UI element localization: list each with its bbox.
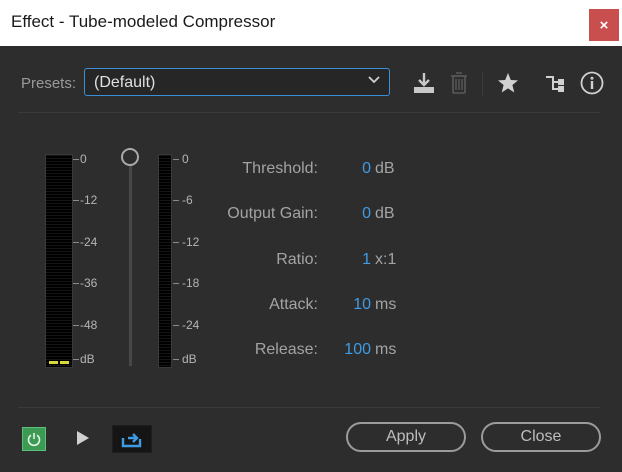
divider-bottom <box>18 407 600 408</box>
scale-tick <box>73 283 79 284</box>
output-scale-label: -24 <box>182 318 200 332</box>
power-icon <box>27 433 41 447</box>
ratio-label: Ratio: <box>276 251 318 268</box>
scale-tick <box>173 242 179 243</box>
scale-tick <box>173 159 179 160</box>
scale-tick <box>73 159 79 160</box>
output-scale-label: -18 <box>182 276 200 290</box>
attack-label: Attack: <box>269 296 318 313</box>
scale-tick <box>73 242 79 243</box>
ratio-value[interactable]: 1 <box>362 251 371 269</box>
input-level-meter <box>45 154 73 368</box>
power-toggle-button[interactable] <box>22 427 46 451</box>
output-scale-label: -6 <box>182 193 193 207</box>
scale-tick <box>173 325 179 326</box>
input-scale-label: -24 <box>80 235 98 249</box>
loop-playback-button[interactable] <box>112 425 152 453</box>
meter-segment-right <box>60 361 69 364</box>
output-gain-label: Output Gain: <box>227 205 318 222</box>
release-value[interactable]: 100 <box>344 341 371 359</box>
effect-dialog: Presets: (Default) 0 -12 -24 -36 -48 dB … <box>0 46 622 472</box>
favorite-star-icon[interactable] <box>495 70 521 96</box>
window-title: Effect - Tube-modeled Compressor <box>11 12 276 31</box>
close-window-button[interactable]: × <box>589 9 619 41</box>
delete-preset-icon <box>451 72 467 94</box>
save-preset-icon[interactable] <box>411 70 437 96</box>
release-unit: ms <box>375 341 397 358</box>
divider-top <box>18 112 600 113</box>
info-icon[interactable] <box>579 70 605 96</box>
output-scale-label: -12 <box>182 235 200 249</box>
preset-dropdown[interactable]: (Default) <box>84 68 390 96</box>
ratio-unit: x:1 <box>375 251 397 268</box>
title-bar: Effect - Tube-modeled Compressor × <box>0 0 622 46</box>
scale-tick <box>173 283 179 284</box>
input-scale-label: -36 <box>80 276 98 290</box>
attack-unit: ms <box>375 296 397 313</box>
input-scale-label: dB <box>80 352 95 366</box>
close-button[interactable]: Close <box>481 422 601 452</box>
output-gain-value[interactable]: 0 <box>362 205 371 223</box>
play-icon[interactable] <box>75 430 91 446</box>
presets-label: Presets: <box>21 75 77 92</box>
output-scale-label: 0 <box>182 152 189 166</box>
input-scale-label: 0 <box>80 152 87 166</box>
threshold-value[interactable]: 0 <box>362 160 371 178</box>
release-label: Release: <box>254 341 318 358</box>
scale-tick <box>173 200 179 201</box>
threshold-label: Threshold: <box>242 160 318 177</box>
scale-tick <box>173 359 179 360</box>
scale-tick <box>73 325 79 326</box>
toolbar-separator <box>482 72 483 96</box>
scale-tick <box>73 359 79 360</box>
apply-button[interactable]: Apply <box>346 422 466 452</box>
attack-value[interactable]: 10 <box>353 296 371 314</box>
loop-icon <box>121 433 142 448</box>
threshold-unit: dB <box>375 160 395 177</box>
routing-icon[interactable] <box>543 70 569 96</box>
preset-selected-value: (Default) <box>94 74 156 91</box>
chevron-down-icon <box>368 76 380 84</box>
output-gain-unit: dB <box>375 205 395 222</box>
scale-tick <box>73 200 79 201</box>
threshold-slider-track[interactable] <box>129 163 132 366</box>
meter-segment-left <box>49 361 58 364</box>
output-scale-label: dB <box>182 352 197 366</box>
input-scale-label: -12 <box>80 193 98 207</box>
output-level-meter <box>158 154 172 368</box>
threshold-slider-handle[interactable] <box>121 148 139 166</box>
input-scale-label: -48 <box>80 318 98 332</box>
